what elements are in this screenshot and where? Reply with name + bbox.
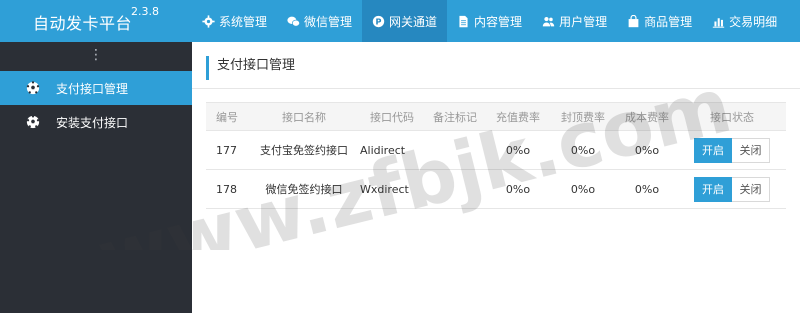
table-header-row: 编号 接口名称 接口代码 备注标记 充值费率 封顶费率 成本费率 接口状态	[206, 102, 786, 131]
col-id: 编号	[206, 102, 248, 131]
cell-remark	[424, 169, 486, 209]
divider	[192, 88, 800, 89]
cell-cost-rate: 0%o	[616, 130, 678, 170]
nav-label: 网关通道	[389, 14, 438, 29]
disable-button[interactable]: 关闭	[732, 137, 770, 163]
sidebar-toggle[interactable]: ⋮	[0, 42, 192, 70]
payment-interface-table: 编号 接口名称 接口代码 备注标记 充值费率 封顶费率 成本费率 接口状态 17…	[206, 102, 786, 209]
main-nav: 系统管理 微信管理 P 网关通道 内容管理 用户管理 商品管理 交易明细	[192, 0, 787, 42]
cell-remark	[424, 130, 486, 170]
nav-item-system[interactable]: 系统管理	[192, 0, 277, 42]
top-navbar: 自动发卡平台 2.3.8 系统管理 微信管理 P 网关通道 内容管理 用户管理 …	[0, 0, 800, 42]
cell-name: 支付宝免签约接口	[248, 130, 360, 170]
gear-icon	[202, 14, 215, 28]
nav-label: 用户管理	[559, 14, 608, 29]
document-icon	[457, 15, 470, 28]
table-row: 177 支付宝免签约接口 Alidirect 0%o 0%o 0%o 开启 关闭	[206, 130, 786, 170]
cell-code: Wxdirect	[360, 169, 424, 209]
users-icon	[542, 15, 555, 28]
svg-text:P: P	[376, 16, 382, 26]
enable-button[interactable]: 开启	[694, 137, 732, 163]
app-title: 自动发卡平台	[33, 14, 133, 33]
cell-id: 177	[206, 130, 248, 170]
disable-button[interactable]: 关闭	[732, 176, 770, 202]
cell-cap-rate: 0%o	[550, 130, 616, 170]
col-recharge-rate: 充值费率	[486, 102, 550, 131]
nav-item-content[interactable]: 内容管理	[447, 0, 532, 42]
nav-label: 商品管理	[644, 14, 693, 29]
sidebar-item-payment-interfaces[interactable]: 支付接口管理	[0, 71, 192, 105]
cell-name: 微信免签约接口	[248, 169, 360, 209]
nav-item-gateway[interactable]: P 网关通道	[362, 0, 448, 42]
col-cost-rate: 成本费率	[616, 102, 678, 131]
sidebar-item-label: 安装支付接口	[56, 115, 129, 130]
col-cap-rate: 封顶费率	[550, 102, 616, 131]
col-status: 接口状态	[678, 102, 786, 131]
sidebar-item-label: 支付接口管理	[56, 81, 129, 96]
nav-item-products[interactable]: 商品管理	[617, 0, 702, 42]
table-row: 178 微信免签约接口 Wxdirect 0%o 0%o 0%o 开启 关闭	[206, 169, 786, 209]
page-title: 支付接口管理	[206, 56, 786, 80]
sidebar: ⋮ 支付接口管理 安装支付接口	[0, 42, 192, 313]
cell-id: 178	[206, 169, 248, 209]
bar-chart-icon	[712, 15, 725, 28]
cell-cap-rate: 0%o	[550, 169, 616, 209]
nav-label: 微信管理	[304, 14, 353, 29]
soccer-ball-icon	[26, 115, 40, 129]
nav-label: 内容管理	[474, 14, 523, 29]
brand[interactable]: 自动发卡平台 2.3.8	[0, 0, 192, 42]
col-remark: 备注标记	[424, 102, 486, 131]
col-name: 接口名称	[248, 102, 360, 131]
soccer-ball-icon	[26, 81, 40, 95]
main-content: 支付接口管理 编号 接口名称 接口代码 备注标记 充值费率 封顶费率 成本费率 …	[192, 42, 800, 313]
status-toggle: 开启 关闭	[694, 137, 770, 163]
app-version: 2.3.8	[131, 5, 159, 18]
enable-button[interactable]: 开启	[694, 176, 732, 202]
cell-recharge-rate: 0%o	[486, 169, 550, 209]
col-code: 接口代码	[360, 102, 424, 131]
cell-recharge-rate: 0%o	[486, 130, 550, 170]
nav-item-wechat[interactable]: 微信管理	[277, 0, 362, 42]
sidebar-item-install-interface[interactable]: 安装支付接口	[0, 105, 192, 139]
cell-cost-rate: 0%o	[616, 169, 678, 209]
cell-code: Alidirect	[360, 130, 424, 170]
wechat-icon	[287, 15, 300, 28]
status-toggle: 开启 关闭	[694, 176, 770, 202]
nav-item-transactions[interactable]: 交易明细	[702, 0, 787, 42]
nav-item-users[interactable]: 用户管理	[532, 0, 617, 42]
nav-label: 系统管理	[219, 14, 268, 29]
bag-icon	[627, 14, 640, 28]
gateway-p-icon: P	[372, 15, 385, 28]
cell-status: 开启 关闭	[678, 169, 786, 209]
cell-status: 开启 关闭	[678, 130, 786, 170]
nav-label: 交易明细	[729, 14, 778, 29]
